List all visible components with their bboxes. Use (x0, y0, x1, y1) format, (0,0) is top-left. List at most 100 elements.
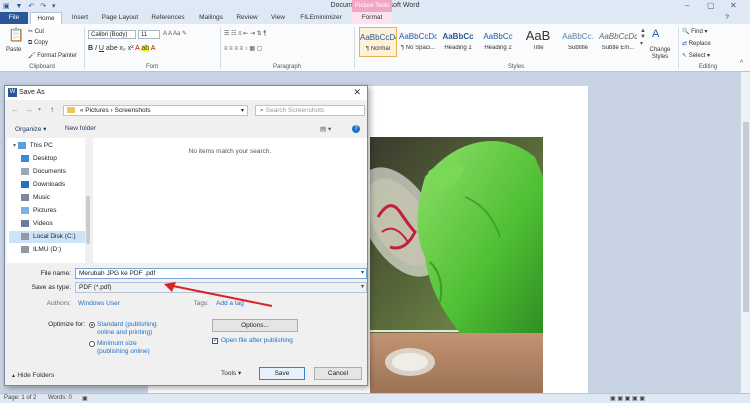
change-styles-button[interactable]: Change Styles (647, 47, 673, 61)
scroll-thumb[interactable] (86, 196, 90, 244)
collapse-ribbon-icon[interactable]: ^ (740, 60, 743, 67)
file-list[interactable]: No items match your search. (93, 138, 367, 263)
new-folder-button[interactable]: New folder (65, 125, 96, 132)
cancel-button[interactable]: Cancel (314, 367, 362, 380)
breadcrumb-screenshots[interactable]: Screenshots (115, 107, 151, 114)
word-count[interactable]: Words: 0 (48, 395, 72, 401)
tab-view[interactable]: View (266, 12, 290, 24)
options-button[interactable]: Options... (212, 319, 298, 332)
picture-tools-context: Picture Tools (352, 0, 392, 12)
replace-button[interactable]: ⇄ Replace (682, 40, 711, 47)
tab-references[interactable]: References (146, 12, 190, 24)
authors-label: Authors: (46, 300, 71, 307)
breadcrumb-pictures[interactable]: Pictures (85, 107, 108, 114)
style-heading-1[interactable]: AaBbCc Heading 1 (439, 27, 477, 57)
proofing-icon[interactable]: ▣ (82, 395, 88, 402)
paste-icon[interactable]: 📋 (8, 27, 24, 43)
optimize-minimum-radio[interactable] (89, 341, 95, 347)
nav-this-pc[interactable]: ▾ This PC (13, 140, 53, 152)
font-format-buttons[interactable]: B I U abe x₂ x² A ab A (88, 45, 155, 52)
style-no-spacing[interactable]: AaBbCcDc ¶ No Spaci... (399, 27, 437, 57)
address-bar[interactable]: « Pictures › Screenshots ▾ (63, 105, 248, 116)
find-button[interactable]: 🔍 Find ▾ (682, 28, 708, 35)
file-name-label: File name: (40, 270, 71, 277)
style-heading-2[interactable]: AaBbCc Heading 2 (479, 27, 517, 57)
address-dropdown-icon[interactable]: ▾ (241, 106, 244, 116)
word-icon: W (8, 88, 17, 97)
page-count[interactable]: Page: 1 of 2 (4, 395, 36, 401)
nav-pictures[interactable]: Pictures (21, 205, 56, 217)
breadcrumb-overflow[interactable]: « (80, 107, 84, 114)
chevron-down-icon[interactable]: ▾ (361, 269, 364, 278)
tab-insert[interactable]: Insert (66, 12, 94, 24)
clipboard-group-label: Clipboard (29, 64, 55, 70)
back-arrow-icon[interactable]: ← (11, 105, 19, 114)
style-title[interactable]: AaB Title (519, 27, 557, 57)
open-after-checkbox[interactable]: ✓ (212, 338, 218, 344)
organize-button[interactable]: Organize ▾ (15, 125, 46, 133)
tab-fileminimizer[interactable]: FILEminimizer (294, 12, 348, 24)
optimize-standard-label[interactable]: Standard (publishing online and printing) (97, 321, 157, 337)
optimize-standard-radio[interactable] (89, 322, 95, 328)
tab-page-layout[interactable]: Page Layout (98, 12, 142, 24)
nav-pane-scrollbar[interactable] (85, 138, 91, 263)
vertical-scrollbar[interactable] (740, 72, 750, 393)
styles-scroll-icon[interactable]: ▲ ▼ ▾ (640, 28, 646, 47)
nav-desktop[interactable]: Desktop (21, 153, 57, 165)
recent-dropdown-icon[interactable]: ▾ (38, 106, 41, 113)
cut-button[interactable]: ✂ Cut (28, 28, 44, 35)
tab-review[interactable]: Review (232, 12, 262, 24)
chevron-down-icon[interactable]: ▾ (361, 283, 364, 292)
style-normal[interactable]: AaBbCcDc ¶ Normal (359, 27, 397, 57)
style-subtle-emphasis[interactable]: AaBbCcDc Subtle Em... (599, 27, 637, 57)
forward-arrow-icon[interactable]: → (25, 105, 33, 114)
view-options-icon[interactable]: ▤ ▾ (320, 125, 331, 133)
select-button[interactable]: ↖ Select ▾ (682, 52, 710, 59)
pictures-icon (21, 206, 29, 214)
font-name-box[interactable]: Calibri (Body) (88, 30, 136, 39)
nav-documents[interactable]: Documents (21, 166, 66, 178)
nav-ilmu-d[interactable]: ILMU (D:) (21, 244, 61, 256)
nav-local-disk-c[interactable]: Local Disk (C:) (9, 231, 87, 243)
font-size-box[interactable]: 11 (138, 30, 160, 39)
tab-home[interactable]: Home (30, 12, 62, 24)
nav-downloads[interactable]: Downloads (21, 179, 65, 191)
help-icon[interactable]: ? (722, 12, 732, 24)
folder-icon (67, 107, 75, 114)
optimize-minimum-label[interactable]: Minimum size (publishing online) (97, 340, 150, 356)
up-arrow-icon[interactable]: ↑ (50, 105, 54, 114)
dialog-title-bar: W Save As ✕ (5, 86, 367, 100)
dialog-close-icon[interactable]: ✕ (353, 87, 361, 98)
hide-folders-button[interactable]: ▲ Hide Folders (11, 372, 54, 379)
copy-button[interactable]: ⧉ Copy (28, 40, 48, 47)
close-icon[interactable]: ✕ (730, 1, 737, 10)
style-subtitle[interactable]: AaBbCc. Subtitle (559, 27, 597, 57)
paste-button[interactable]: Paste (6, 47, 21, 53)
format-painter-button[interactable]: 🖌 Format Painter (28, 52, 77, 59)
save-button[interactable]: Save (259, 367, 305, 380)
tab-format[interactable]: Format (352, 12, 392, 24)
nav-videos[interactable]: Videos (21, 218, 53, 230)
tab-mailings[interactable]: Mailings (194, 12, 228, 24)
search-input[interactable]: ⌕ Search Screenshots (255, 105, 365, 116)
minimize-icon[interactable]: – (685, 1, 689, 10)
list-buttons[interactable]: ☰ ☷ ≡ ⇤ ⇥ ⇅ ¶ (224, 30, 267, 37)
view-buttons[interactable]: ▣ ▣ ▣ ▣ ▣ (610, 395, 645, 402)
computer-icon (17, 141, 26, 149)
scroll-thumb[interactable] (743, 122, 749, 312)
nav-music[interactable]: Music (21, 192, 50, 204)
tools-button[interactable]: Tools ▾ (221, 369, 241, 377)
ribbon: 📋 Paste ✂ Cut ⧉ Copy 🖌 Format Painter Cl… (0, 24, 750, 72)
inserted-picture[interactable] (370, 137, 543, 393)
authors-value[interactable]: Windows User (78, 300, 120, 307)
alignment-buttons[interactable]: ≡ ≡ ≡ ≡ ↕ ▦ ▢ (224, 45, 262, 52)
maximize-icon[interactable]: ▢ (707, 1, 715, 10)
font-grow-shrink-icon[interactable]: A A Aa ✎ (163, 30, 187, 37)
open-after-label[interactable]: Open file after publishing (221, 337, 293, 344)
documents-icon (21, 167, 29, 175)
change-styles-icon[interactable]: A (652, 28, 659, 40)
downloads-icon (21, 180, 29, 188)
navigation-pane: ▾ This PC Desktop Documents Downloads Mu… (7, 138, 91, 263)
tab-file[interactable]: File (0, 12, 28, 24)
help-icon[interactable]: ? (352, 125, 360, 133)
